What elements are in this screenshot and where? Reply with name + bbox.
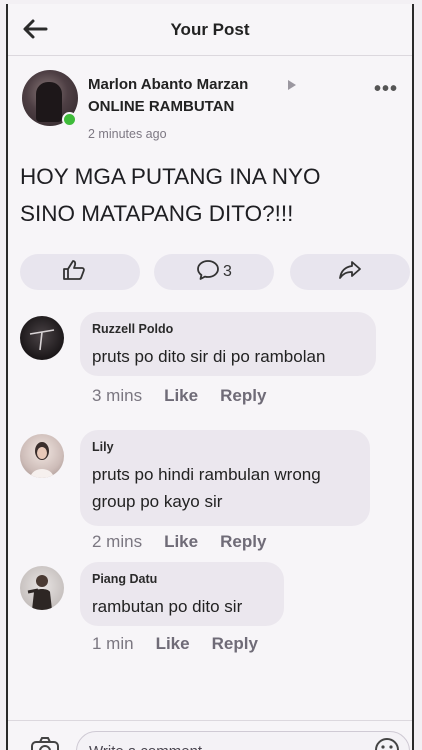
comment-composer <box>8 720 412 750</box>
commenter-avatar[interactable] <box>20 566 64 610</box>
comment-meta: 1 min Like Reply <box>92 634 258 654</box>
post-text-line: SINO MATAPANG DITO?!!! <box>20 201 294 226</box>
post-timestamp: 2 minutes ago <box>88 127 167 141</box>
share-icon <box>338 259 362 286</box>
comment-icon <box>196 259 220 286</box>
page-title: Your Post <box>170 19 250 39</box>
comment-text: pruts po hindi rambulan wrong <box>92 465 321 484</box>
comment-bubble: Piang Datu rambutan po dito sir <box>80 562 284 626</box>
commenter-name[interactable]: Piang Datu <box>92 572 270 586</box>
group-name[interactable]: ONLINE RAMBUTAN <box>88 98 234 115</box>
comment-like-button[interactable]: Like <box>164 532 198 552</box>
comment-item: Ruzzell Poldo pruts po dito sir di po ra… <box>8 302 412 420</box>
commenter-avatar[interactable] <box>20 434 64 478</box>
triangle-right-icon <box>288 80 296 90</box>
author-name[interactable]: Marlon Abanto Marzan <box>88 76 248 93</box>
commenter-name[interactable]: Lily <box>92 440 356 454</box>
post-text-line: HOY MGA PUTANG INA NYO <box>20 164 321 189</box>
more-options-icon[interactable]: ••• <box>374 78 398 101</box>
comment-time: 3 mins <box>92 386 143 405</box>
post-body: HOY MGA PUTANG INA NYO SINO MATAPANG DIT… <box>20 158 410 232</box>
comment-item: Piang Datu rambutan po dito sir 1 min Li… <box>8 556 412 666</box>
comment-bubble: Lily pruts po hindi rambulan wrong group… <box>80 430 370 526</box>
comment-like-button[interactable]: Like <box>156 634 190 654</box>
app-frame: Your Post Marlon Abanto Marzan ONLINE RA… <box>6 4 414 750</box>
online-status-icon <box>62 112 77 127</box>
comment-meta: 2 mins Like Reply <box>92 532 266 552</box>
comment-reply-button[interactable]: Reply <box>212 634 258 654</box>
emoji-icon[interactable] <box>374 737 400 750</box>
comment-time: 1 min <box>92 634 134 653</box>
comment-like-button[interactable]: Like <box>164 386 198 406</box>
comment-text: rambutan po dito sir <box>92 597 243 616</box>
like-button[interactable] <box>20 254 140 290</box>
comment-count: 3 <box>223 263 232 280</box>
commenter-name[interactable]: Ruzzell Poldo <box>92 322 362 336</box>
comment-bubble: Ruzzell Poldo pruts po dito sir di po ra… <box>80 312 376 376</box>
camera-icon[interactable] <box>30 737 60 750</box>
comment-reply-button[interactable]: Reply <box>220 386 266 406</box>
comment-button[interactable]: 3 <box>154 254 274 290</box>
post-header: Marlon Abanto Marzan ONLINE RAMBUTAN 2 m… <box>8 56 412 148</box>
comment-list: Ruzzell Poldo pruts po dito sir di po ra… <box>8 302 412 666</box>
comment-input[interactable] <box>76 731 410 750</box>
comment-reply-button[interactable]: Reply <box>220 532 266 552</box>
post-actions: 3 <box>8 252 412 294</box>
thumbs-up-icon <box>62 259 86 286</box>
commenter-avatar[interactable] <box>20 316 64 360</box>
comment-text: group po kayo sir <box>92 492 223 511</box>
top-bar: Your Post <box>8 4 412 56</box>
comment-meta: 3 mins Like Reply <box>92 386 266 406</box>
comment-text: pruts po dito sir di po rambolan <box>92 347 326 366</box>
comment-time: 2 mins <box>92 532 143 551</box>
share-button[interactable] <box>290 254 410 290</box>
comment-item: Lily pruts po hindi rambulan wrong group… <box>8 420 412 556</box>
arrow-left-icon[interactable] <box>22 18 48 40</box>
